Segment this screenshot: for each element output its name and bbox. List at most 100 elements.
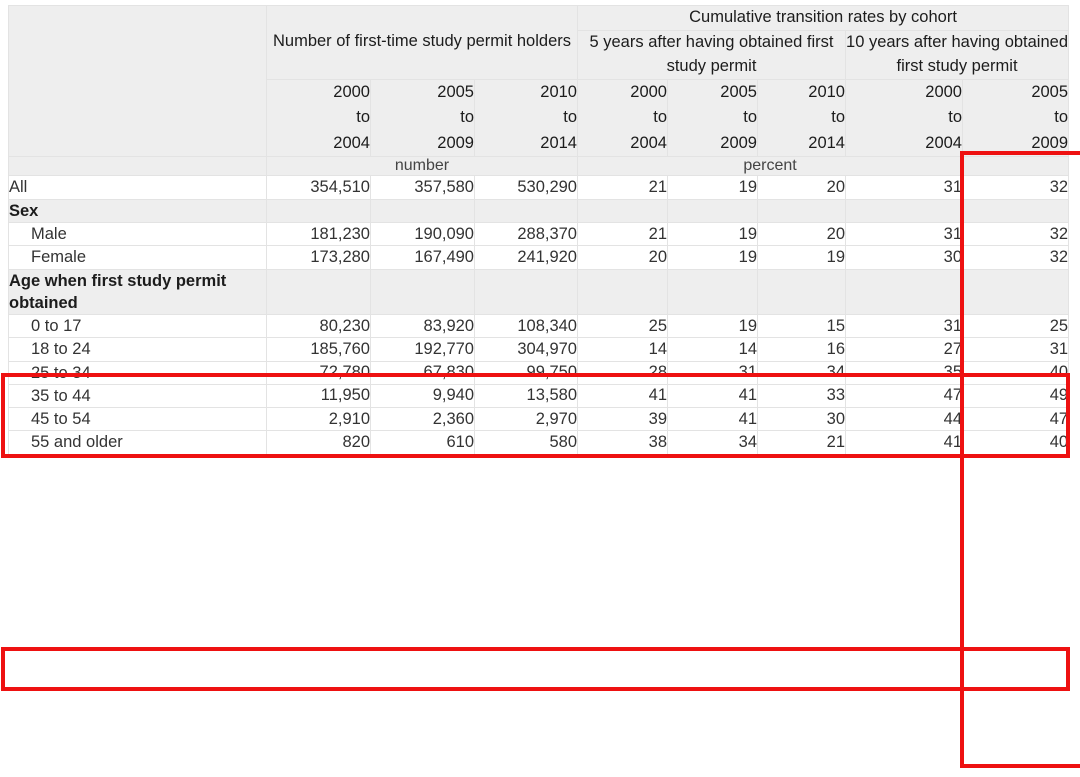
cell-value: 19 bbox=[667, 175, 758, 200]
cell-value: 30 bbox=[845, 245, 963, 270]
cell-value bbox=[845, 268, 963, 316]
header-year-number-2005-2009: 2005 to 2009 bbox=[370, 78, 475, 158]
cell-value: 14 bbox=[667, 337, 758, 362]
year-line-end: 2014 bbox=[540, 133, 577, 152]
cell-value: 185,760 bbox=[266, 337, 371, 362]
cell-value bbox=[577, 268, 668, 316]
cell-value: 19 bbox=[667, 314, 758, 339]
row-label: 0 to 17 bbox=[8, 314, 267, 339]
cell-value: 34 bbox=[667, 430, 758, 455]
cell-value bbox=[266, 198, 371, 223]
cell-value: 41 bbox=[577, 383, 668, 409]
cell-value: 167,490 bbox=[370, 245, 475, 270]
cell-value: 21 bbox=[577, 221, 668, 247]
cell-value: 21 bbox=[757, 430, 846, 455]
cell-value: 9,940 bbox=[370, 383, 475, 409]
unit-percent: percent bbox=[577, 156, 963, 177]
header-year-5y-2000-2004: 2000 to 2004 bbox=[577, 78, 668, 158]
cell-value: 2,910 bbox=[266, 407, 371, 432]
cell-value: 34 bbox=[757, 360, 846, 385]
cell-value: 72,780 bbox=[266, 360, 371, 385]
unit-blank-trailing bbox=[961, 156, 1070, 177]
cell-value: 16 bbox=[757, 337, 846, 362]
header-year-number-2010-2014: 2010 to 2014 bbox=[474, 78, 578, 158]
cell-value: 25 bbox=[961, 314, 1070, 339]
header-subgroup-5-years: 5 years after having obtained first stud… bbox=[577, 29, 846, 80]
screenshot-root: Number of first-time study permit holder… bbox=[0, 0, 1080, 777]
cell-value: 40 bbox=[961, 430, 1070, 455]
year-line-end: 2009 bbox=[1031, 133, 1069, 152]
year-line-end: 2004 bbox=[925, 133, 962, 152]
cell-value: 25 bbox=[577, 314, 668, 339]
cell-value bbox=[370, 198, 475, 223]
year-line-to: to bbox=[356, 108, 370, 127]
cell-value: 31 bbox=[845, 314, 963, 339]
row-label: Age when first study permit obtained bbox=[8, 268, 267, 316]
cell-value: 610 bbox=[370, 430, 475, 455]
year-line-start: 2010 bbox=[808, 82, 845, 101]
cell-value bbox=[667, 198, 758, 223]
year-line-to: to bbox=[743, 108, 757, 127]
year-line-end: 2009 bbox=[720, 133, 757, 152]
header-row-units: number percent bbox=[8, 156, 1070, 177]
cell-value: 31 bbox=[845, 221, 963, 247]
cell-value: 32 bbox=[961, 221, 1070, 247]
row-label: Male bbox=[8, 221, 267, 247]
cell-value: 41 bbox=[667, 383, 758, 409]
year-line-to: to bbox=[1054, 108, 1069, 127]
cell-value: 80,230 bbox=[266, 314, 371, 339]
row-label: 35 to 44 bbox=[8, 383, 267, 409]
highlight-row-35-to-44 bbox=[1, 647, 1070, 691]
year-line-to: to bbox=[831, 108, 845, 127]
year-line-start: 2010 bbox=[540, 82, 577, 101]
cell-value: 28 bbox=[577, 360, 668, 385]
cell-value: 19 bbox=[667, 245, 758, 270]
cell-value: 820 bbox=[266, 430, 371, 455]
year-line-start: 2000 bbox=[925, 82, 962, 101]
header-year-10y-2005-2009: 2005 to 2009 bbox=[961, 78, 1070, 158]
cell-value: 31 bbox=[667, 360, 758, 385]
cell-value bbox=[757, 268, 846, 316]
header-group-number-of-holders: Number of first-time study permit holder… bbox=[266, 5, 578, 80]
cell-value: 20 bbox=[577, 245, 668, 270]
cell-value: 288,370 bbox=[474, 221, 578, 247]
cell-value: 14 bbox=[577, 337, 668, 362]
cell-value: 2,970 bbox=[474, 407, 578, 432]
year-line-to: to bbox=[653, 108, 667, 127]
row-label: 25 to 34 bbox=[8, 360, 267, 385]
year-line-end: 2014 bbox=[808, 133, 845, 152]
cell-value: 32 bbox=[961, 175, 1070, 200]
cell-value: 40 bbox=[961, 360, 1070, 385]
cell-value: 35 bbox=[845, 360, 963, 385]
cell-value: 2,360 bbox=[370, 407, 475, 432]
year-line-to: to bbox=[948, 108, 962, 127]
row-label: 45 to 54 bbox=[8, 407, 267, 432]
table-row: Female 173,280 167,490 241,920 20 19 19 … bbox=[8, 245, 1070, 270]
table-section-row: Age when first study permit obtained bbox=[8, 268, 1070, 316]
cell-value: 99,750 bbox=[474, 360, 578, 385]
cell-value: 357,580 bbox=[370, 175, 475, 200]
cell-value bbox=[757, 198, 846, 223]
cell-value bbox=[577, 198, 668, 223]
cell-value: 181,230 bbox=[266, 221, 371, 247]
cell-value bbox=[370, 268, 475, 316]
cell-value: 192,770 bbox=[370, 337, 475, 362]
table-row: All 354,510 357,580 530,290 21 19 20 31 … bbox=[8, 175, 1070, 200]
cell-value: 47 bbox=[845, 383, 963, 409]
unit-blank-label bbox=[8, 156, 267, 177]
table-row: 35 to 44 11,950 9,940 13,580 41 41 33 47… bbox=[8, 383, 1070, 409]
year-line-start: 2005 bbox=[720, 82, 757, 101]
cell-value: 47 bbox=[961, 407, 1070, 432]
table-row: 18 to 24 185,760 192,770 304,970 14 14 1… bbox=[8, 337, 1070, 362]
cell-value bbox=[961, 198, 1070, 223]
statistics-table: Number of first-time study permit holder… bbox=[8, 4, 1070, 455]
header-year-5y-2005-2009: 2005 to 2009 bbox=[667, 78, 758, 158]
cell-value bbox=[474, 268, 578, 316]
header-year-number-2000-2004: 2000 to 2004 bbox=[266, 78, 371, 158]
table-row: 55 and older 820 610 580 38 34 21 41 40 bbox=[8, 430, 1070, 455]
header-year-5y-2010-2014: 2010 to 2014 bbox=[757, 78, 846, 158]
cell-value bbox=[845, 198, 963, 223]
year-line-end: 2004 bbox=[630, 133, 667, 152]
cell-value: 20 bbox=[757, 175, 846, 200]
cell-value bbox=[266, 268, 371, 316]
